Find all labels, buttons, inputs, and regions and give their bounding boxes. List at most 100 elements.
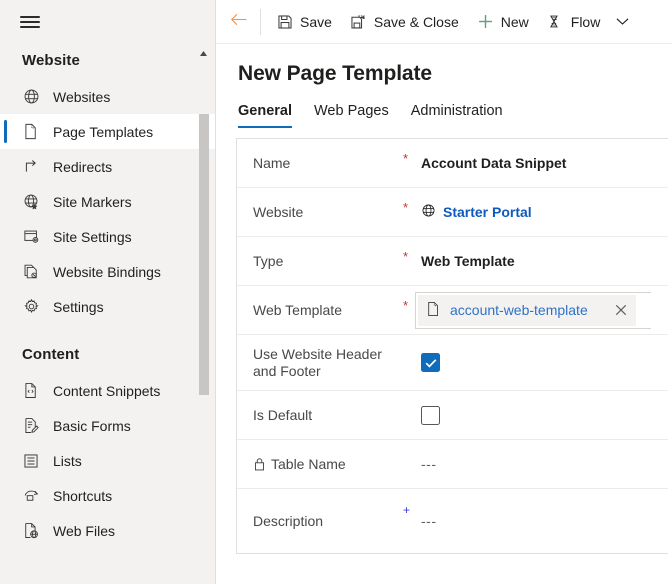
plus-icon <box>477 13 494 30</box>
sidebar-item-label: Page Templates <box>53 124 153 140</box>
new-button[interactable]: New <box>468 4 538 40</box>
command-bar-divider <box>260 9 261 35</box>
required-indicator <box>403 335 421 350</box>
field-row: Website * Starter Portal <box>237 188 668 237</box>
site-settings-icon <box>22 228 40 246</box>
back-arrow-icon <box>230 12 249 32</box>
overflow-chevron-down-icon[interactable] <box>609 4 635 40</box>
field-value-name[interactable]: Account Data Snippet <box>421 155 668 171</box>
field-value-table-name: --- <box>421 456 668 472</box>
field-label-use-website-header-and-footer: Use Website Header and Footer <box>253 346 403 380</box>
sidebar-item-basic-forms[interactable]: Basic Forms <box>0 408 215 443</box>
plus-indicator: + <box>403 489 421 515</box>
back-button[interactable] <box>220 1 258 43</box>
globe-icon <box>421 203 436 221</box>
field-label-name: Name <box>253 155 403 172</box>
lock-icon <box>253 457 266 471</box>
field-label-type: Type <box>253 253 403 270</box>
code-file-icon <box>22 382 40 400</box>
field-value-website[interactable]: Starter Portal <box>421 203 668 221</box>
save-and-close-label: Save & Close <box>374 14 459 30</box>
gear-icon <box>22 298 40 316</box>
lookup-input[interactable]: account-web-template <box>415 292 651 329</box>
page-title: New Page Template <box>216 44 672 86</box>
globe-icon <box>22 88 40 106</box>
tab-general[interactable]: General <box>238 103 292 128</box>
website-link[interactable]: Starter Portal <box>443 204 532 220</box>
sidebar-item-label: Redirects <box>53 159 112 175</box>
field-value-web-template[interactable]: account-web-template <box>421 292 668 329</box>
sidebar-item-site-markers[interactable]: Site Markers <box>0 184 215 219</box>
sidebar-item-page-templates[interactable]: Page Templates <box>0 114 215 149</box>
field-row: Name * Account Data Snippet <box>237 139 668 188</box>
command-bar: Save Save & Close <box>216 0 672 44</box>
close-icon[interactable] <box>612 301 630 319</box>
app-window: Website Websites Page Templates <box>0 0 672 584</box>
sidebar-item-label: Content Snippets <box>53 383 160 399</box>
flow-button[interactable]: Flow <box>538 4 610 40</box>
sidebar-item-lists[interactable]: Lists <box>0 443 215 478</box>
required-indicator <box>403 391 421 406</box>
main-content: Save Save & Close <box>216 0 672 584</box>
lookup-chip[interactable]: account-web-template <box>418 295 636 326</box>
field-value-description[interactable]: --- <box>421 513 668 529</box>
sidebar: Website Websites Page Templates <box>0 0 216 584</box>
sidebar-item-settings[interactable]: Settings <box>0 289 215 324</box>
form-edit-icon <box>22 417 40 435</box>
required-indicator: * <box>403 188 421 213</box>
redirect-arrow-icon <box>22 158 40 176</box>
field-row: Type * Web Template <box>237 237 668 286</box>
new-label: New <box>501 14 529 30</box>
sidebar-item-label: Settings <box>53 299 104 315</box>
sidebar-item-content-snippets[interactable]: Content Snippets <box>0 373 215 408</box>
save-button[interactable]: Save <box>267 4 341 40</box>
save-and-close-button[interactable]: Save & Close <box>341 4 468 40</box>
form-card: Name * Account Data Snippet Website * St… <box>236 138 668 554</box>
field-row: Use Website Header and Footer <box>237 335 668 391</box>
required-indicator: * <box>403 237 421 262</box>
field-row: Web Template * account-web-template <box>237 286 668 335</box>
web-file-icon <box>22 522 40 540</box>
sidebar-item-label: Web Files <box>53 523 115 539</box>
document-icon <box>426 301 441 320</box>
sidebar-item-website-bindings[interactable]: Website Bindings <box>0 254 215 289</box>
sidebar-item-label: Basic Forms <box>53 418 131 434</box>
hamburger-menu-button[interactable] <box>6 0 54 44</box>
globe-star-icon <box>22 193 40 211</box>
nav-group-title-content: Content <box>0 324 215 373</box>
sidebar-item-redirects[interactable]: Redirects <box>0 149 215 184</box>
checkbox-use-website-header-and-footer[interactable] <box>421 353 440 372</box>
required-indicator <box>403 440 421 455</box>
checkbox-is-default[interactable] <box>421 406 440 425</box>
field-label-table-name: Table Name <box>253 456 403 473</box>
hamburger-icon <box>20 12 40 31</box>
sidebar-item-label: Site Markers <box>53 194 132 210</box>
sidebar-item-shortcuts[interactable]: Shortcuts <box>0 478 215 513</box>
sidebar-item-label: Websites <box>53 89 110 105</box>
field-label-website: Website <box>253 204 403 221</box>
sidebar-item-web-files[interactable]: Web Files <box>0 513 215 548</box>
nav-group-title-website: Website <box>0 44 215 79</box>
field-value-use-website-header-and-footer <box>421 353 668 372</box>
flow-label: Flow <box>571 14 601 30</box>
required-indicator: * <box>403 139 421 164</box>
field-value-type[interactable]: Web Template <box>421 253 668 269</box>
page-template-icon <box>22 123 40 141</box>
tab-web-pages[interactable]: Web Pages <box>314 103 389 128</box>
sidebar-item-label: Shortcuts <box>53 488 112 504</box>
save-icon <box>276 13 293 30</box>
flow-icon <box>547 13 564 30</box>
field-value-is-default <box>421 406 668 425</box>
sidebar-item-websites[interactable]: Websites <box>0 79 215 114</box>
website-bindings-icon <box>22 263 40 281</box>
sidebar-scrollbar-thumb[interactable] <box>199 114 209 395</box>
sidebar-item-site-settings[interactable]: Site Settings <box>0 219 215 254</box>
sidebar-nav: Website Websites Page Templates <box>0 44 215 584</box>
tab-administration[interactable]: Administration <box>411 103 503 128</box>
field-label-web-template: Web Template <box>253 302 403 319</box>
field-row: Table Name --- <box>237 440 668 489</box>
field-label-is-default: Is Default <box>253 407 403 424</box>
field-row: Description + --- <box>237 489 668 553</box>
sidebar-item-label: Lists <box>53 453 82 469</box>
save-and-close-icon <box>350 13 367 30</box>
